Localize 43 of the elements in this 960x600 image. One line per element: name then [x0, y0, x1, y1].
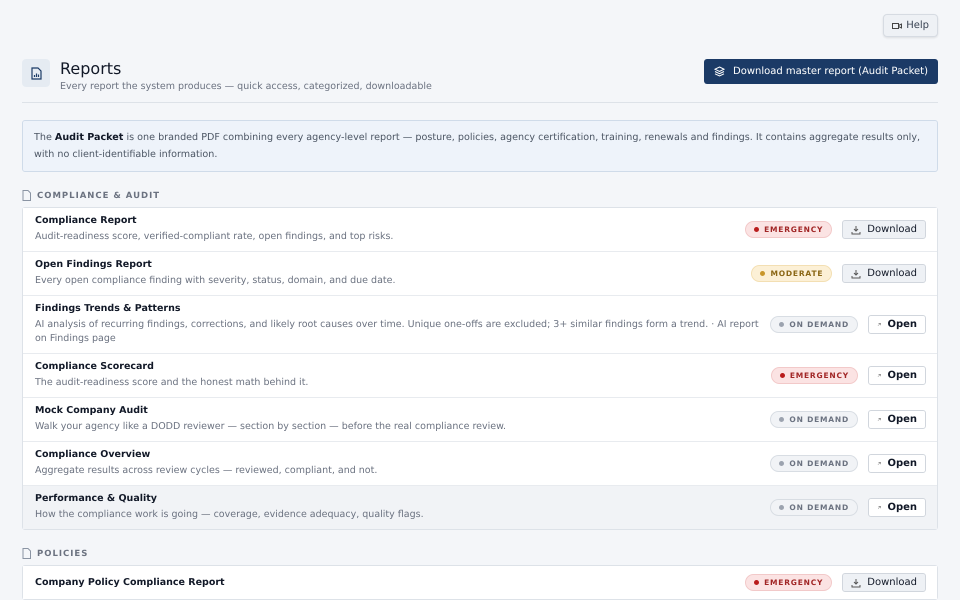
report-name: Compliance Scorecard [35, 361, 155, 372]
info-notice: The Audit Packet is one branded PDF combining every agency-level report — posture, policies, agency certification, training, renewals and findings. It contains aggregate results only, with no client-identifiable information. [22, 120, 938, 172]
arrow-up-right-icon [877, 415, 882, 424]
download-icon [851, 578, 862, 588]
document-icon [22, 190, 31, 201]
page-subtitle: Every report the system produces — quick access, categorized, downloadable [60, 81, 432, 92]
report-name: Findings Trends & Patterns [35, 303, 182, 314]
report-name: Compliance Overview [35, 449, 152, 460]
download-button[interactable]: Download [842, 264, 926, 283]
arrow-up-right-icon [877, 320, 882, 329]
section-heading: POLICIES [37, 548, 88, 558]
report-description: How the compliance work is going — coverage, evidence adequacy, quality flags. [35, 508, 425, 522]
help-button[interactable]: Help [883, 14, 938, 37]
page-title: Reports [60, 59, 122, 78]
video-camera-icon [892, 22, 902, 30]
document-icon [22, 548, 31, 559]
open-button[interactable]: Open [868, 454, 926, 473]
report-icon [22, 59, 50, 87]
open-button[interactable]: Open [868, 410, 926, 429]
arrow-up-right-icon [877, 459, 882, 468]
report-name: Mock Company Audit [35, 405, 149, 416]
report-description: AI analysis of recurring findings, corrections, and likely root causes over time. Unique one-offs are excluded; 3+ similar findings form a trend. · AI report on Findings page [35, 318, 760, 346]
download-icon [851, 268, 862, 278]
report-description: The audit-readiness score and the honest math behind it. [35, 376, 310, 390]
report-description: Aggregate results across review cycles — reviewed, compliant, and not. [35, 464, 378, 478]
download-master-report-button[interactable]: Download master report (Audit Packet) [704, 59, 938, 84]
open-button[interactable]: Open [868, 498, 926, 517]
arrow-up-right-icon [877, 503, 882, 512]
download-button[interactable]: Download [842, 220, 926, 239]
report-name: Company Policy Compliance Report [35, 577, 226, 588]
layers-icon [714, 66, 726, 77]
report-name: Compliance Report [35, 215, 138, 226]
report-name: Open Findings Report [35, 259, 153, 270]
section-heading: COMPLIANCE & AUDIT [37, 190, 160, 200]
download-button[interactable]: Download [842, 573, 926, 592]
report-description: Every open compliance finding with severity, status, domain, and due date. [35, 274, 396, 288]
open-button[interactable]: Open [868, 366, 926, 385]
open-button[interactable]: Open [868, 315, 926, 334]
report-description: Walk your agency like a DODD reviewer — section by section — before the real compliance review. [35, 420, 508, 434]
report-name: Performance & Quality [35, 493, 158, 504]
arrow-up-right-icon [877, 371, 882, 380]
report-description: Audit-readiness score, verified-compliant rate, open findings, and top risks. [35, 230, 394, 244]
download-icon [851, 224, 862, 234]
